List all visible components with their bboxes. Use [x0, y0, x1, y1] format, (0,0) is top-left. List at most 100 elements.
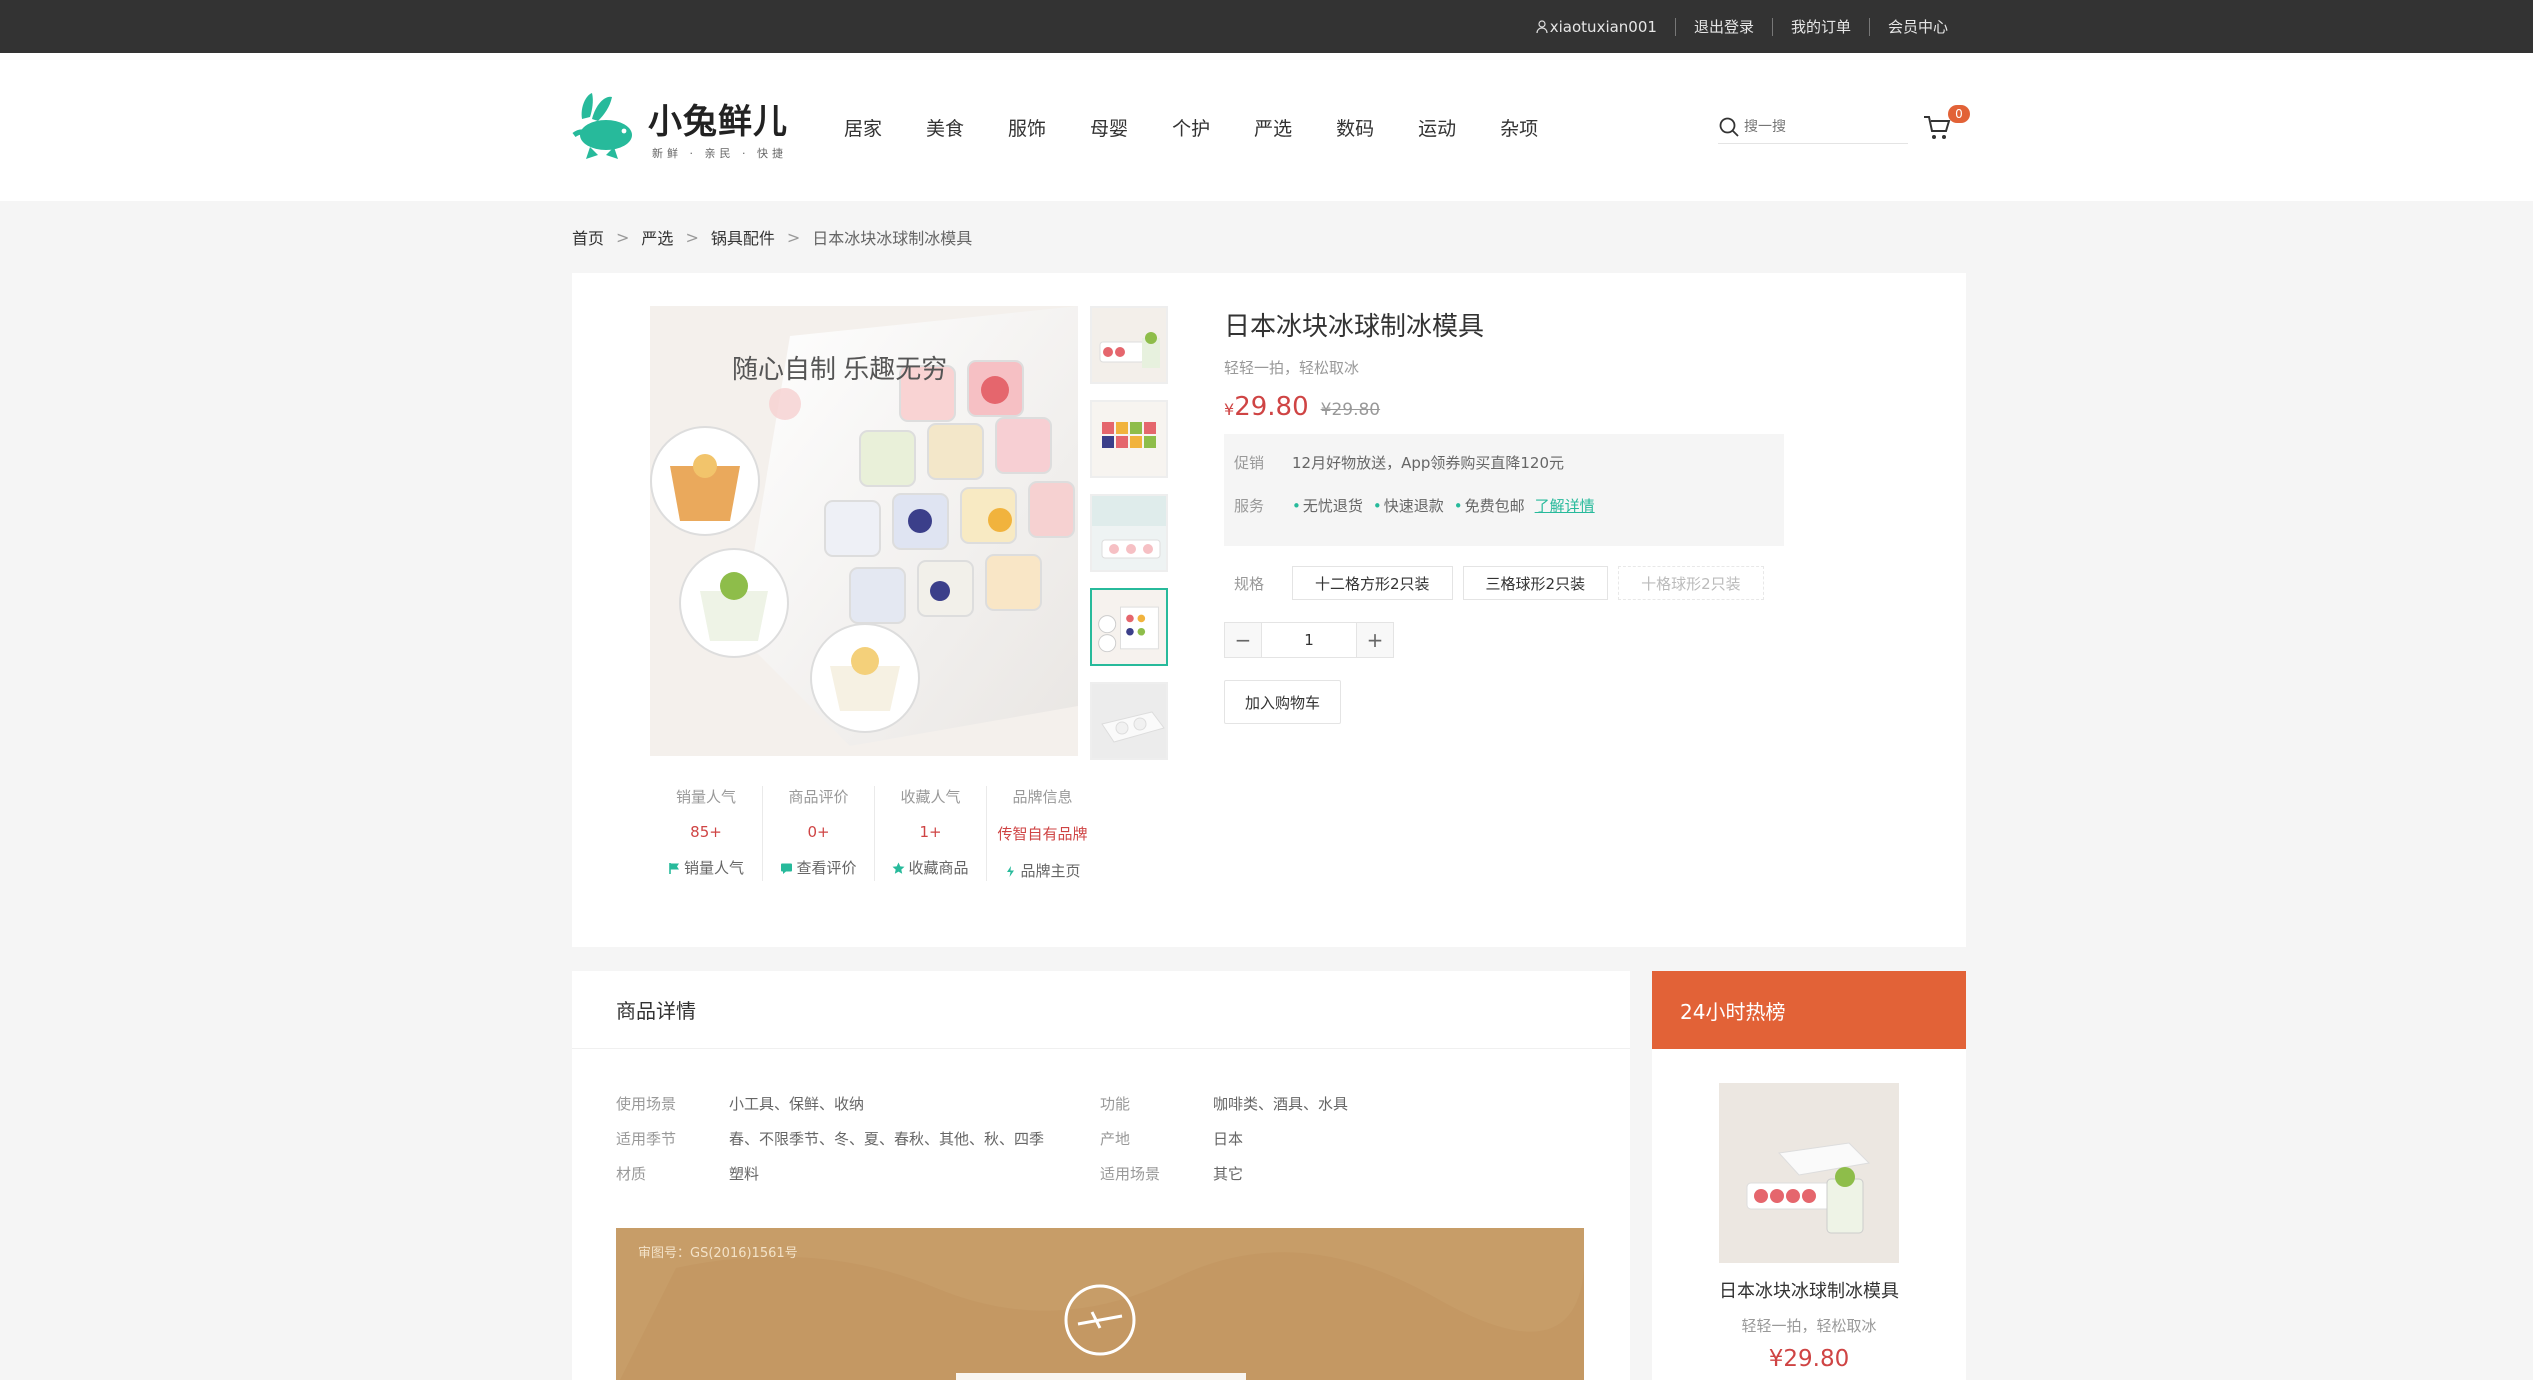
thumbnail-3[interactable] [1090, 494, 1168, 572]
main-image-caption: 随心自制 乐趣无穷 [732, 354, 947, 384]
product-stats: 销量人气 85+ 销量人气 商品评价 0+ 查看评价 收藏人气 1+ 收藏商品 … [650, 786, 1100, 881]
thumbnail-5[interactable] [1090, 682, 1168, 760]
stat-sales: 销量人气 85+ 销量人气 [650, 786, 762, 881]
site-header: 小兔鲜儿 新鲜 · 亲民 · 快捷 居家 美食 服饰 母婴 个护 严选 数码 运… [0, 53, 2533, 201]
stat-reviews-link[interactable]: 查看评价 [763, 857, 874, 878]
service-label: 服务 [1234, 497, 1265, 515]
flag-icon [668, 861, 681, 874]
spec-selector: 规格 十二格方形2只装 三格球形2只装 十格球形2只装 [1224, 566, 1784, 600]
nav-item-personal-care[interactable]: 个护 [1172, 114, 1210, 141]
attribute-item: 产地 日本 [1100, 1130, 1244, 1148]
service-item: 免费包邮 [1454, 495, 1525, 516]
cart-button[interactable]: 0 [1922, 53, 1970, 201]
search-input[interactable] [1744, 118, 1894, 135]
attribute-item: 适用场景 其它 [1100, 1165, 1244, 1183]
username: xiaotuxian001 [1549, 17, 1657, 36]
ice-tray-illustration: 随心自制 乐趣无穷 [650, 306, 1078, 756]
breadcrumb-home[interactable]: 首页 [572, 225, 604, 249]
attribute-item: 适用季节 春、不限季节、冬、夏、春秋、其他、秋、四季 [616, 1130, 1045, 1148]
spec-label: 规格 [1234, 574, 1265, 593]
member-center-link[interactable]: 会员中心 [1868, 17, 1966, 36]
main-nav: 居家 美食 服饰 母婴 个护 严选 数码 运动 杂项 [844, 53, 1582, 201]
breadcrumb-separator: > [685, 227, 699, 247]
cart-count-badge: 0 [1948, 105, 1970, 123]
stat-reviews-label: 商品评价 [788, 788, 849, 806]
original-price: ¥29.80 [1320, 400, 1381, 420]
breadcrumb-selected[interactable]: 严选 [641, 225, 673, 249]
detail-title: 商品详情 [572, 971, 1630, 1049]
hot-item-image [1719, 1083, 1899, 1263]
search-box [1718, 110, 1908, 144]
service-more-link[interactable]: 了解详情 [1535, 495, 1595, 516]
hot-item-price: ¥29.80 [1768, 1346, 1850, 1372]
stat-sales-link[interactable]: 销量人气 [650, 857, 762, 878]
user-link[interactable]: xiaotuxian001 [1518, 18, 1675, 36]
product-detail-panel: 商品详情 使用场景 小工具、保鲜、收纳 功能 咖啡类、酒具、水具 适用季节 春、不限季… [572, 971, 1630, 1380]
search-icon [1719, 117, 1739, 137]
attribute-list: 使用场景 小工具、保鲜、收纳 功能 咖啡类、酒具、水具 适用季节 春、不限季节、冬、夏… [616, 1093, 1584, 1184]
stat-favorites: 收藏人气 1+ 收藏商品 [874, 786, 986, 881]
top-bar: xiaotuxian001 退出登录 我的订单 会员中心 [0, 0, 2533, 53]
service-item: 无忧退货 [1292, 495, 1363, 516]
attribute-item: 功能 咖啡类、酒具、水具 [1100, 1095, 1349, 1113]
stat-favorites-label: 收藏人气 [900, 788, 961, 806]
hot-item-desc: 轻轻一拍，轻松取冰 [1741, 1317, 1877, 1335]
stat-brand-link[interactable]: 品牌主页 [987, 860, 1098, 881]
attribute-item: 材质 塑料 [616, 1165, 760, 1183]
product-panel: 随心自制 乐趣无穷 销量人气 85+ 销量人气 商品评价 0+ 查看评价 收藏人… [572, 273, 1966, 947]
product-price: ¥29.80 ¥29.80 [1224, 392, 1784, 422]
logo-title: 小兔鲜儿 [648, 101, 788, 142]
nav-item-baby[interactable]: 母婴 [1090, 114, 1128, 141]
hot-rank-title: 24小时热榜 [1652, 971, 1966, 1049]
add-to-cart-button[interactable]: 加入购物车 [1224, 680, 1342, 724]
logo[interactable]: 小兔鲜儿 新鲜 · 亲民 · 快捷 [572, 77, 802, 177]
breadcrumb: 首页 > 严选 > 锅具配件 > 日本冰块冰球制冰模具 [572, 225, 972, 249]
product-main-image: 随心自制 乐趣无穷 [650, 306, 1078, 756]
nav-item-selected[interactable]: 严选 [1254, 114, 1292, 141]
stat-reviews: 商品评价 0+ 查看评价 [762, 786, 874, 881]
spec-option-disabled: 十格球形2只装 [1618, 566, 1764, 600]
stat-sales-label: 销量人气 [675, 788, 736, 806]
nav-item-clothing[interactable]: 服饰 [1008, 114, 1046, 141]
promo-label: 促销 [1234, 454, 1265, 472]
thumbnail-2[interactable] [1090, 400, 1168, 478]
breadcrumb-current: 日本冰块冰球制冰模具 [812, 229, 973, 248]
product-name: 日本冰块冰球制冰模具 [1224, 312, 1485, 342]
rabbit-logo-icon [572, 93, 632, 159]
thumbnail-1[interactable] [1090, 306, 1168, 384]
promo-box: 促销 12月好物放送，App领券购买直降120元 服务 无忧退货 快速退款 免费… [1224, 434, 1784, 546]
service-item: 快速退款 [1373, 495, 1444, 516]
comment-icon [780, 861, 793, 874]
nav-item-digital[interactable]: 数码 [1336, 114, 1374, 141]
stat-favorites-value: 1+ [919, 823, 942, 841]
stat-reviews-value: 0+ [807, 823, 830, 841]
attribute-item: 使用场景 小工具、保鲜、收纳 [616, 1095, 865, 1113]
current-price: 29.80 [1234, 392, 1309, 422]
nav-item-misc[interactable]: 杂项 [1500, 114, 1538, 141]
thumbnail-list [1090, 306, 1168, 776]
star-icon [892, 861, 905, 874]
logo-slogan: 新鲜 · 亲民 · 快捷 [652, 146, 787, 160]
breadcrumb-cookware[interactable]: 锅具配件 [711, 225, 775, 249]
decrease-button[interactable]: − [1225, 623, 1261, 657]
price-symbol: ¥ [1224, 400, 1235, 419]
stat-favorites-link[interactable]: 收藏商品 [875, 857, 986, 878]
banner-license-text: 审图号：GS(2016)1561号 [638, 1246, 798, 1261]
thumbnail-4-selected[interactable] [1090, 588, 1168, 666]
nav-item-sports[interactable]: 运动 [1418, 114, 1456, 141]
product-info: 日本冰块冰球制冰模具 轻轻一拍，轻松取冰 ¥29.80 ¥29.80 促销 12… [1224, 306, 1784, 724]
increase-button[interactable]: + [1357, 623, 1393, 657]
spec-option[interactable]: 十二格方形2只装 [1292, 566, 1453, 600]
promo-text: 12月好物放送，App领券购买直降120元 [1292, 454, 1565, 472]
hot-rank-panel: 24小时热榜 日本冰块冰球制冰模具 轻轻一拍，轻松取冰 ¥29.80 [1652, 971, 1966, 1380]
stat-sales-value: 85+ [690, 823, 722, 841]
brand-icon [1004, 864, 1017, 877]
nav-item-food[interactable]: 美食 [926, 114, 964, 141]
quantity-input[interactable] [1261, 623, 1357, 657]
spec-option[interactable]: 三格球形2只装 [1462, 566, 1609, 600]
my-orders-link[interactable]: 我的订单 [1771, 17, 1869, 36]
logout-link[interactable]: 退出登录 [1674, 17, 1772, 36]
quantity-stepper: − + [1224, 622, 1394, 658]
hot-rank-item[interactable]: 日本冰块冰球制冰模具 轻轻一拍，轻松取冰 ¥29.80 [1652, 1083, 1966, 1372]
nav-item-home[interactable]: 居家 [844, 114, 882, 141]
